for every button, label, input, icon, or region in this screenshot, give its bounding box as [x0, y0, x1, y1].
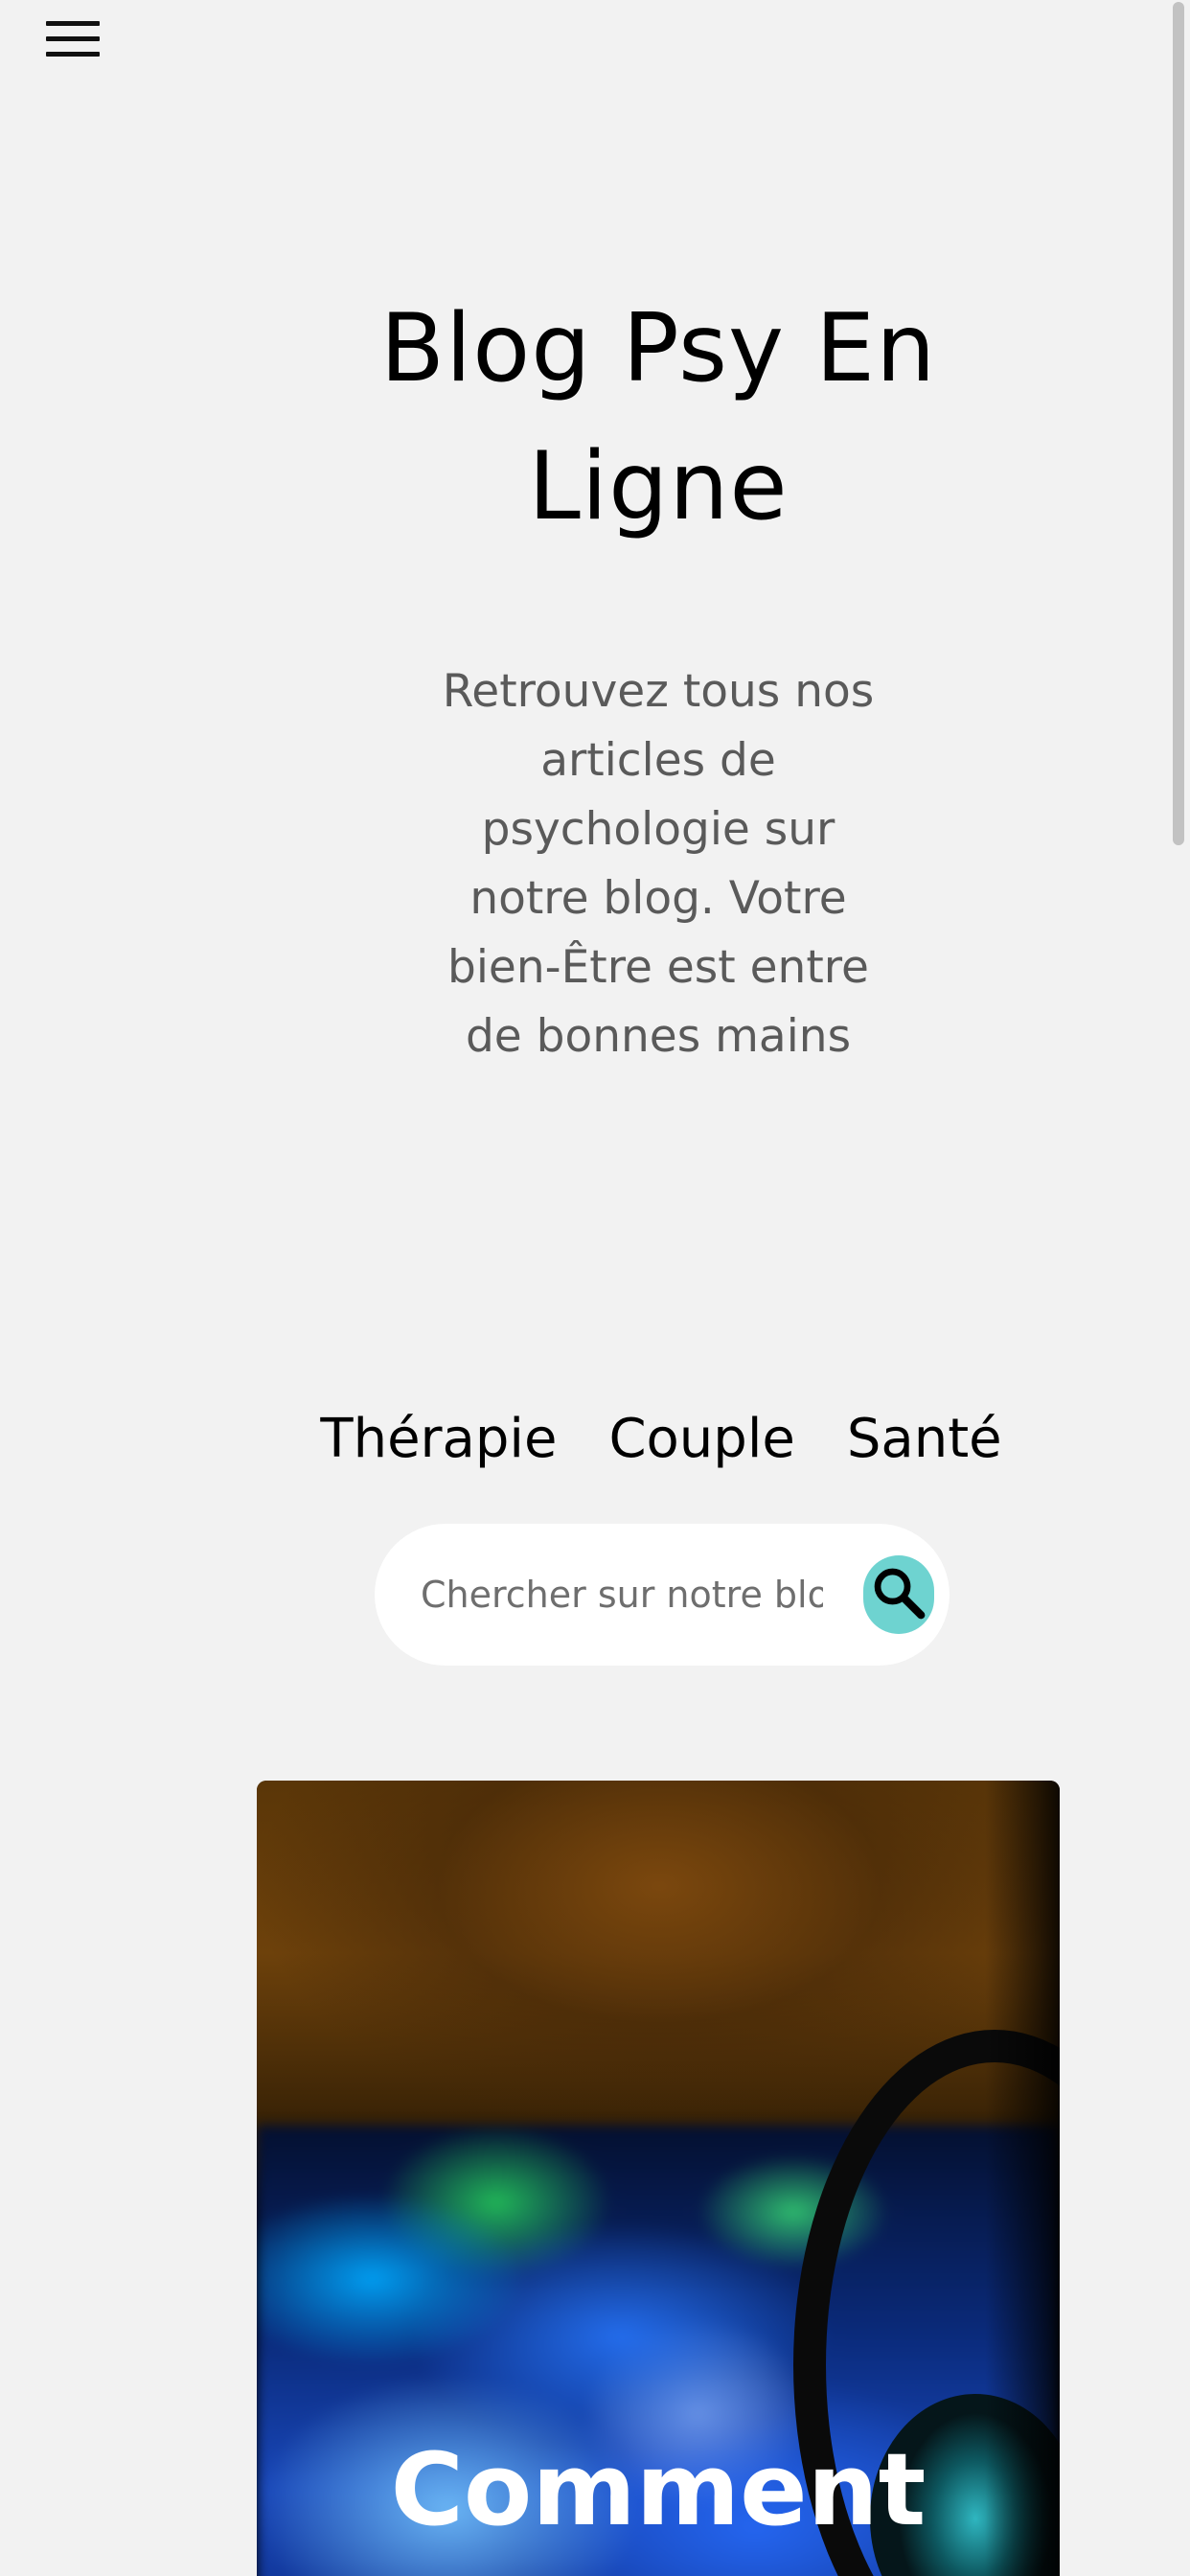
menu-line — [46, 21, 100, 26]
page: Blog Psy En Ligne Retrouvez tous nos art… — [0, 0, 1190, 2576]
category-link-therapie[interactable]: Thérapie — [320, 1401, 557, 1478]
search-bar — [375, 1524, 950, 1666]
featured-post-card[interactable]: Comment — [257, 1781, 1060, 2576]
search-icon — [874, 1568, 926, 1620]
menu-line — [46, 52, 100, 57]
search-input[interactable] — [421, 1556, 823, 1633]
category-link-sante[interactable]: Santé — [847, 1401, 1002, 1478]
scrollbar-thumb[interactable] — [1173, 2, 1184, 845]
search-button[interactable] — [863, 1555, 934, 1634]
hamburger-menu-icon[interactable] — [46, 21, 100, 59]
scrollbar[interactable] — [1173, 0, 1186, 2576]
site-title: Blog Psy En Ligne — [379, 294, 937, 541]
menu-line — [46, 36, 100, 41]
category-nav: Thérapie Couple Santé — [316, 1401, 1006, 1478]
category-link-couple[interactable]: Couple — [608, 1401, 794, 1478]
post-title[interactable]: Comment — [257, 2432, 1060, 2547]
site-tagline: Retrouvez tous nos articles de psycholog… — [442, 665, 875, 1063]
